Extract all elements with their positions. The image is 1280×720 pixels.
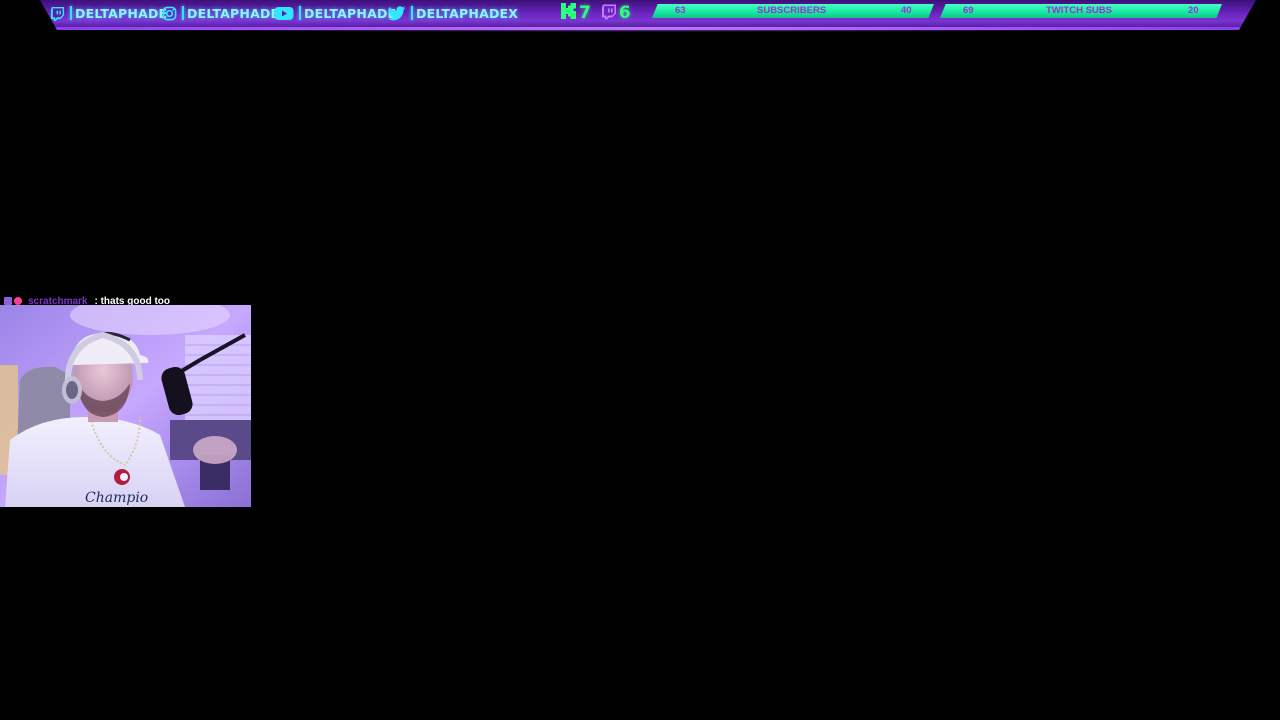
social-instagram[interactable]: DELTAPHADE [161,3,279,23]
separator [182,6,184,20]
svg-text:Champio: Champio [85,490,148,506]
webcam-image: Champio [0,305,251,507]
stream-canvas: DELTAPHADE DELTAPHADE DELTAPHADE DELTAPH… [0,0,1280,720]
twitter-icon [388,5,406,21]
goal-label: SUBSCRIBERS [757,5,827,16]
separator [70,6,72,20]
social-twitter[interactable]: DELTAPHADEX [388,3,518,23]
twitch-subs-goal-bar: 69 TWITCH SUBS 20 [940,4,1222,18]
twitch-viewer-count: 6 [618,3,631,23]
instagram-icon [161,5,177,21]
twitch-icon [49,5,65,21]
youtube-icon [274,5,294,21]
goal-right-number: 40 [901,5,912,16]
platform-stats: 7 6 [560,3,635,23]
top-bar-glow [60,28,1230,32]
social-handle-label: DELTAPHADE [75,5,168,21]
social-handle-label: DELTAPHADEX [416,5,519,21]
kick-icon [560,2,577,24]
webcam-feed: Champio [0,305,251,507]
goal-label: TWITCH SUBS [1046,5,1112,16]
goal-left-number: 69 [963,5,974,16]
social-youtube[interactable]: DELTAPHADE [274,3,396,23]
separator [411,6,413,20]
heart-badge-icon [14,297,22,305]
goal-right-number: 20 [1188,5,1199,16]
social-handle-label: DELTAPHADE [187,5,280,21]
separator [299,6,301,20]
social-twitch[interactable]: DELTAPHADE [49,3,167,23]
twitch-icon [601,3,617,24]
subscriber-badge-icon [4,297,12,305]
goal-left-number: 63 [675,5,686,16]
kick-viewer-count: 7 [579,3,591,23]
social-handle-label: DELTAPHADE [304,5,397,21]
subscribers-goal-bar: 63 SUBSCRIBERS 40 [652,4,934,18]
